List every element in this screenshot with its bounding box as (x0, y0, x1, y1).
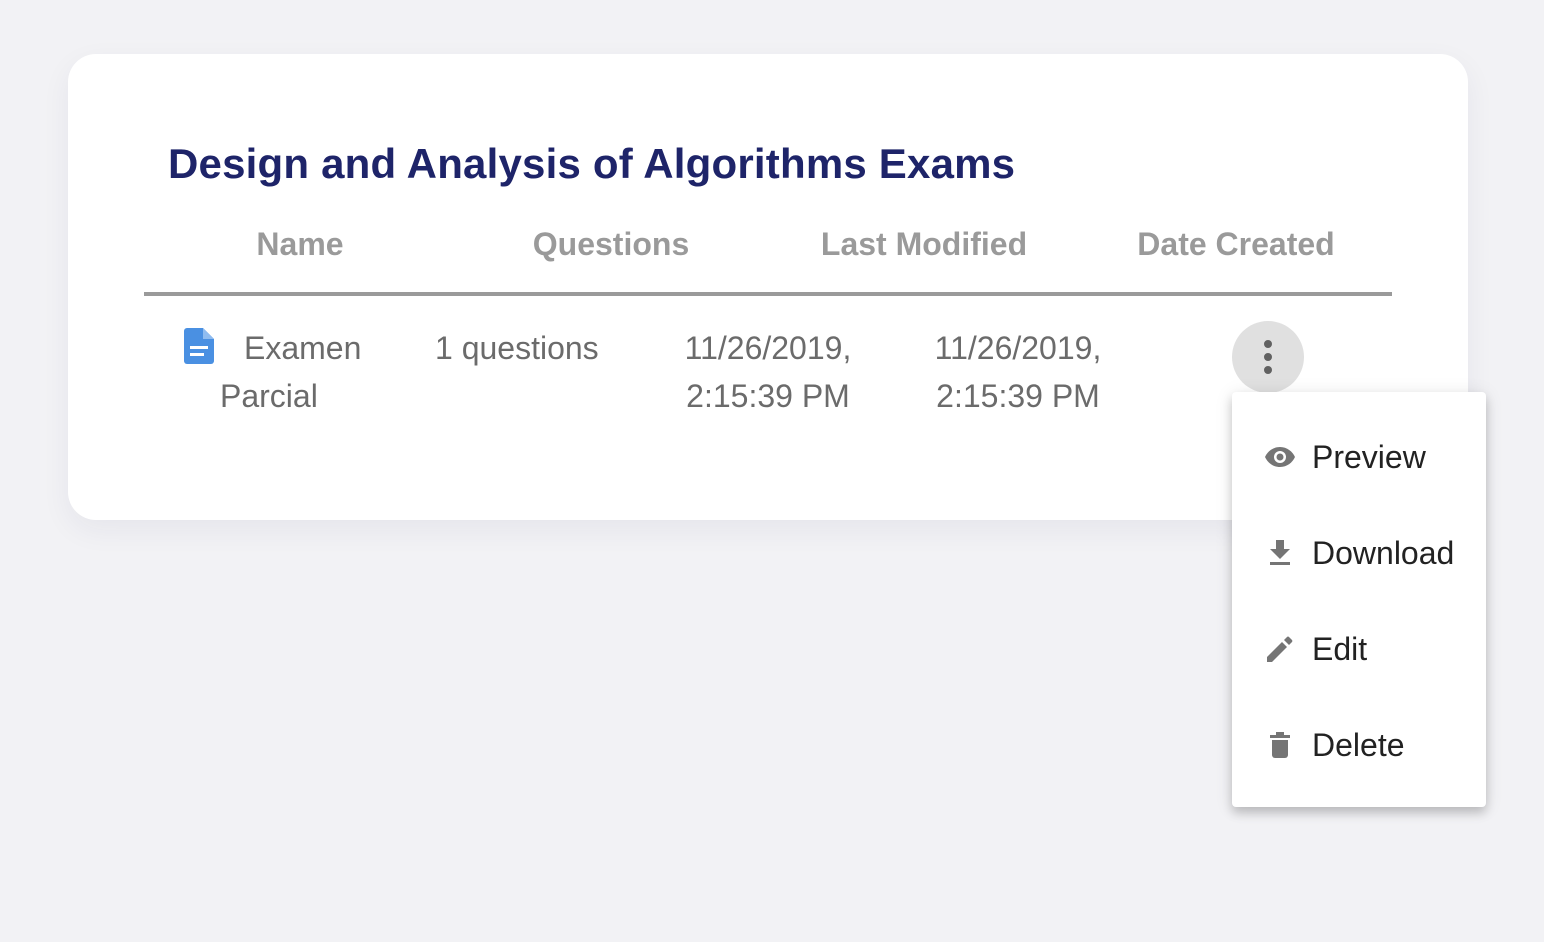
download-icon (1264, 537, 1296, 569)
pencil-icon (1264, 633, 1296, 665)
menu-item-label: Delete (1312, 726, 1405, 763)
menu-item-label: Edit (1312, 630, 1368, 667)
date-created-date: 11/26/2019, (934, 330, 1102, 366)
trash-icon (1264, 729, 1296, 761)
column-header-last-modified[interactable]: Last Modified (799, 226, 1049, 263)
last-modified-time: 2:15:39 PM (686, 378, 850, 414)
question-count: 1 questions (435, 330, 599, 366)
row-actions-button[interactable] (1232, 321, 1304, 393)
menu-item-download[interactable]: Download (1232, 505, 1486, 601)
exam-name-line2: Parcial (220, 378, 318, 414)
exam-name-line1: Examen (244, 330, 362, 366)
last-modified: 11/26/2019, 2:15:39 PM (668, 324, 868, 420)
date-created-time: 2:15:39 PM (936, 378, 1100, 414)
menu-item-preview[interactable]: Preview (1232, 409, 1486, 505)
row-actions-menu: Preview Download Edit Delete (1232, 392, 1486, 807)
menu-item-label: Download (1312, 534, 1455, 571)
eye-icon (1264, 441, 1296, 473)
more-vertical-icon (1264, 340, 1272, 374)
header-divider (144, 292, 1392, 296)
column-header-date-created[interactable]: Date Created (1111, 226, 1361, 263)
column-header-questions[interactable]: Questions (511, 226, 711, 263)
menu-item-edit[interactable]: Edit (1232, 601, 1486, 697)
menu-item-label: Preview (1312, 438, 1426, 475)
menu-item-delete[interactable]: Delete (1232, 697, 1486, 793)
column-header-name[interactable]: Name (200, 226, 400, 263)
document-icon (184, 328, 214, 364)
date-created: 11/26/2019, 2:15:39 PM (918, 324, 1118, 420)
card-title: Design and Analysis of Algorithms Exams (168, 140, 1016, 187)
last-modified-date: 11/26/2019, (684, 330, 852, 366)
